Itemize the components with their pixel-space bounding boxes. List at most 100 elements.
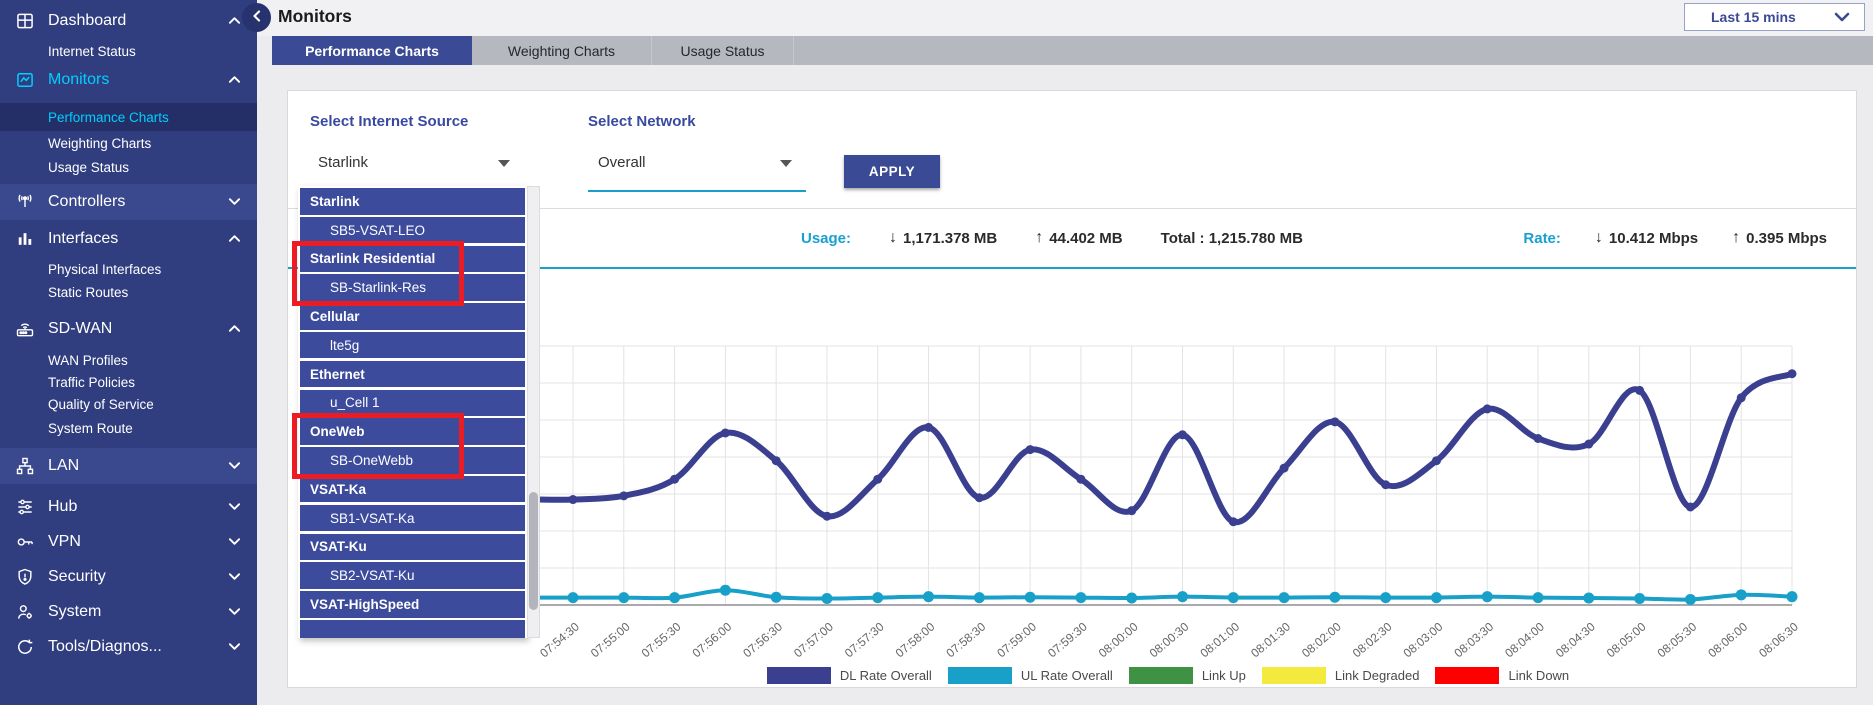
legend-label: Link Down — [1508, 668, 1569, 683]
sidebar-item-label: Usage Status — [48, 160, 129, 175]
rate-upload: ↑0.395 Mbps — [1732, 229, 1827, 247]
legend-swatch — [1262, 667, 1326, 684]
sidebar-item-vpn[interactable]: VPN — [0, 527, 257, 557]
page-title: Monitors — [278, 6, 352, 27]
select-network-label: Select Network — [588, 113, 696, 130]
legend-item-ul-rate-overall: UL Rate Overall — [948, 667, 1113, 684]
security-icon — [14, 566, 36, 588]
x-tick-label: 07:55:30 — [639, 619, 684, 660]
sidebar-item-label: Interfaces — [48, 230, 118, 248]
time-range-select[interactable]: Last 15 mins — [1684, 3, 1865, 31]
x-tick-label: 07:54:30 — [537, 619, 582, 660]
dropdown-option-u-cell-1[interactable]: u_Cell 1 — [300, 390, 525, 417]
chevron-down-icon — [1834, 9, 1850, 25]
usage-stats-group: Usage: ↓1,171.378 MB ↑44.402 MB Total : … — [801, 209, 1303, 267]
tab-bar: Performance Charts Weighting Charts Usag… — [272, 36, 1873, 65]
legend-label: Link Up — [1202, 668, 1246, 683]
tab-weighting-charts[interactable]: Weighting Charts — [472, 36, 652, 65]
network-select-underline — [588, 190, 806, 192]
sidebar-item-internet-status[interactable]: Internet Status — [0, 40, 257, 62]
dropdown-group-oneweb[interactable]: OneWeb — [300, 418, 525, 445]
sidebar-item-lan[interactable]: LAN — [0, 448, 257, 484]
sidebar: Dashboard Internet StatusMonitors Performa… — [0, 0, 257, 705]
legend-item-link-down: Link Down — [1435, 667, 1569, 684]
sidebar-collapse-button[interactable] — [242, 3, 271, 32]
sidebar-item-system[interactable]: System — [0, 597, 257, 627]
tab-usage-status[interactable]: Usage Status — [652, 36, 794, 65]
legend-label: UL Rate Overall — [1021, 668, 1113, 683]
chevron-down-icon — [228, 498, 241, 516]
sidebar-item-dashboard[interactable]: Dashboard — [0, 6, 257, 36]
dropdown-option-sb-starlink-res[interactable]: SB-Starlink-Res — [300, 274, 525, 301]
dropdown-group-starlink[interactable]: Starlink — [300, 188, 525, 215]
chevron-down-icon — [228, 603, 241, 621]
x-tick-label: 07:56:30 — [740, 619, 785, 660]
usage-total: Total : 1,215.780 MB — [1161, 230, 1303, 247]
vpn-icon — [14, 531, 36, 553]
sidebar-item-label: Tools/Diagnos... — [48, 638, 162, 656]
chevron-up-icon — [228, 320, 241, 338]
dropdown-group-ethernet[interactable]: Ethernet — [300, 361, 525, 388]
down-arrow-icon: ↓ — [1595, 229, 1603, 247]
dropdown-group-starlink-residential[interactable]: Starlink Residential — [300, 246, 525, 273]
monitors-icon — [14, 69, 36, 91]
sidebar-item-system-route[interactable]: System Route — [0, 416, 257, 440]
legend-label: DL Rate Overall — [840, 668, 932, 683]
x-tick-label: 08:06:00 — [1705, 619, 1750, 660]
dropdown-group-vsat-ka[interactable]: VSAT-Ka — [300, 476, 525, 503]
sidebar-item-label: Weighting Charts — [48, 136, 151, 151]
sidebar-item-physical-interfaces[interactable]: Physical Interfaces — [0, 258, 257, 280]
sidebar-item-performance-charts[interactable]: Performance Charts — [0, 103, 257, 131]
legend-label: Link Degraded — [1335, 668, 1420, 683]
sidebar-item-sd-wan[interactable]: SD-WAN — [0, 312, 257, 346]
sidebar-item-hub[interactable]: Hub — [0, 492, 257, 522]
dropdown-option-sb2-vsat-ku[interactable]: SB2-VSAT-Ku — [300, 562, 525, 589]
sidebar-item-controllers[interactable]: Controllers — [0, 184, 257, 220]
sidebar-item-traffic-policies[interactable]: Traffic Policies — [0, 371, 257, 393]
sidebar-item-label: System Route — [48, 421, 133, 436]
x-tick-label: 07:59:30 — [1045, 619, 1090, 660]
sidebar-item-usage-status[interactable]: Usage Status — [0, 155, 257, 179]
sidebar-item-static-routes[interactable]: Static Routes — [0, 280, 257, 304]
sidebar-item-label: Dashboard — [48, 12, 126, 30]
controllers-icon — [14, 191, 36, 213]
sidebar-item-security[interactable]: Security — [0, 562, 257, 592]
sidebar-item-label: System — [48, 603, 101, 621]
x-tick-label: 08:01:00 — [1197, 619, 1242, 660]
tab-performance-charts[interactable]: Performance Charts — [272, 36, 472, 65]
dropdown-scrollbar-thumb[interactable] — [529, 492, 538, 610]
legend-swatch — [948, 667, 1012, 684]
x-tick-label: 07:58:30 — [943, 619, 988, 660]
legend-item-dl-rate-overall: DL Rate Overall — [767, 667, 932, 684]
tools-icon — [14, 636, 36, 658]
dropdown-group-vsat-highspeed[interactable]: VSAT-HighSpeed — [300, 591, 525, 618]
dropdown-option-lte5g[interactable]: lte5g — [300, 332, 525, 359]
sidebar-item-quality-of-service[interactable]: Quality of Service — [0, 393, 257, 416]
x-tick-label: 08:05:00 — [1604, 619, 1649, 660]
internet-source-select[interactable]: Starlink — [318, 154, 368, 171]
dashboard-icon — [14, 10, 36, 32]
dropdown-item-partial[interactable] — [300, 620, 525, 638]
system-icon — [14, 601, 36, 623]
internet-source-caret-icon — [498, 160, 510, 167]
dropdown-option-sb-onewebb[interactable]: SB-OneWebb — [300, 447, 525, 474]
rate-label: Rate: — [1523, 230, 1561, 247]
network-select[interactable]: Overall — [598, 154, 646, 171]
sidebar-item-weighting-charts[interactable]: Weighting Charts — [0, 132, 257, 154]
dropdown-option-sb1-vsat-ka[interactable]: SB1-VSAT-Ka — [300, 505, 525, 532]
interfaces-icon — [14, 228, 36, 250]
dropdown-group-vsat-ku[interactable]: VSAT-Ku — [300, 534, 525, 561]
sidebar-item-tools-diagnos[interactable]: Tools/Diagnos... — [0, 632, 257, 662]
sidebar-item-interfaces[interactable]: Interfaces — [0, 224, 257, 254]
sidebar-item-label: WAN Profiles — [48, 353, 128, 368]
sidebar-item-label: VPN — [48, 533, 81, 551]
top-bar — [257, 0, 1873, 36]
series-dl-rate-overall — [538, 374, 1792, 522]
apply-button[interactable]: APPLY — [844, 155, 940, 188]
sidebar-item-wan-profiles[interactable]: WAN Profiles — [0, 349, 257, 371]
sidebar-item-label: Security — [48, 568, 106, 586]
sidebar-item-monitors[interactable]: Monitors — [0, 64, 257, 96]
dropdown-option-sb5-vsat-leo[interactable]: SB5-VSAT-LEO — [300, 217, 525, 244]
legend-item-link-degraded: Link Degraded — [1262, 667, 1420, 684]
dropdown-group-cellular[interactable]: Cellular — [300, 303, 525, 330]
